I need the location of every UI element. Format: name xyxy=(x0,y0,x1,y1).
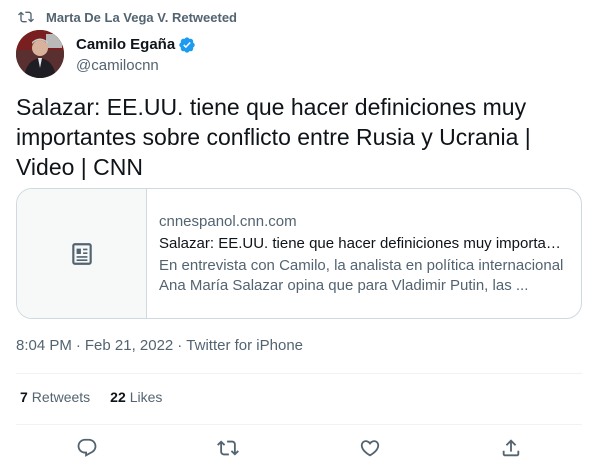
retweet-icon xyxy=(18,11,34,23)
article-icon xyxy=(71,242,92,265)
tweet-meta: 8:04 PM · Feb 21, 2022 · Twitter for iPh… xyxy=(16,337,303,354)
card-description: En entrevista con Camilo, la analista en… xyxy=(159,256,564,294)
meta-separator: · xyxy=(75,337,81,354)
tweet-text: Salazar: EE.UU. tiene que hacer definici… xyxy=(16,94,531,180)
divider xyxy=(16,424,582,425)
retweet-context: Marta De La Vega V. Retweeted xyxy=(18,8,237,26)
card-thumbnail xyxy=(17,189,147,318)
retweet-icon xyxy=(217,440,240,456)
author-handle[interactable]: @camilocnn xyxy=(76,57,196,74)
reply-button[interactable] xyxy=(75,436,99,460)
likes-count: 22 xyxy=(110,389,126,405)
reply-icon xyxy=(77,438,97,457)
like-icon xyxy=(360,440,379,457)
card-title: Salazar: EE.UU. tiene que hacer definici… xyxy=(159,234,569,252)
retweet-label[interactable]: Marta De La Vega V. Retweeted xyxy=(46,10,237,25)
retweet-button[interactable] xyxy=(216,436,240,460)
share-icon xyxy=(503,439,520,457)
avatar[interactable] xyxy=(16,30,64,78)
share-button[interactable] xyxy=(499,436,523,460)
retweets-label: Retweets xyxy=(31,389,91,405)
author-name[interactable]: Camilo Egaña xyxy=(76,36,175,53)
tweet-timestamp[interactable]: 8:04 PM xyxy=(16,337,72,354)
verified-badge-icon xyxy=(179,36,195,53)
likes-stat[interactable]: 22 Likes xyxy=(110,389,162,405)
tweet-stats: 7 Retweets 22 Likes xyxy=(20,389,182,405)
retweets-stat[interactable]: 7 Retweets xyxy=(20,389,90,405)
tweet-source[interactable]: Twitter for iPhone xyxy=(186,337,303,354)
tweet-actions xyxy=(16,436,582,460)
card-domain: cnnespanol.cnn.com xyxy=(159,212,297,230)
tweet-author: Camilo Egaña @camilocnn xyxy=(16,30,196,78)
meta-separator: · xyxy=(177,337,183,354)
retweets-count: 7 xyxy=(20,389,28,405)
like-button[interactable] xyxy=(358,436,382,460)
divider xyxy=(16,373,582,374)
likes-label: Likes xyxy=(129,389,163,405)
link-card[interactable]: cnnespanol.cnn.com Salazar: EE.UU. tiene… xyxy=(16,188,582,319)
tweet-date[interactable]: Feb 21, 2022 xyxy=(85,337,173,354)
